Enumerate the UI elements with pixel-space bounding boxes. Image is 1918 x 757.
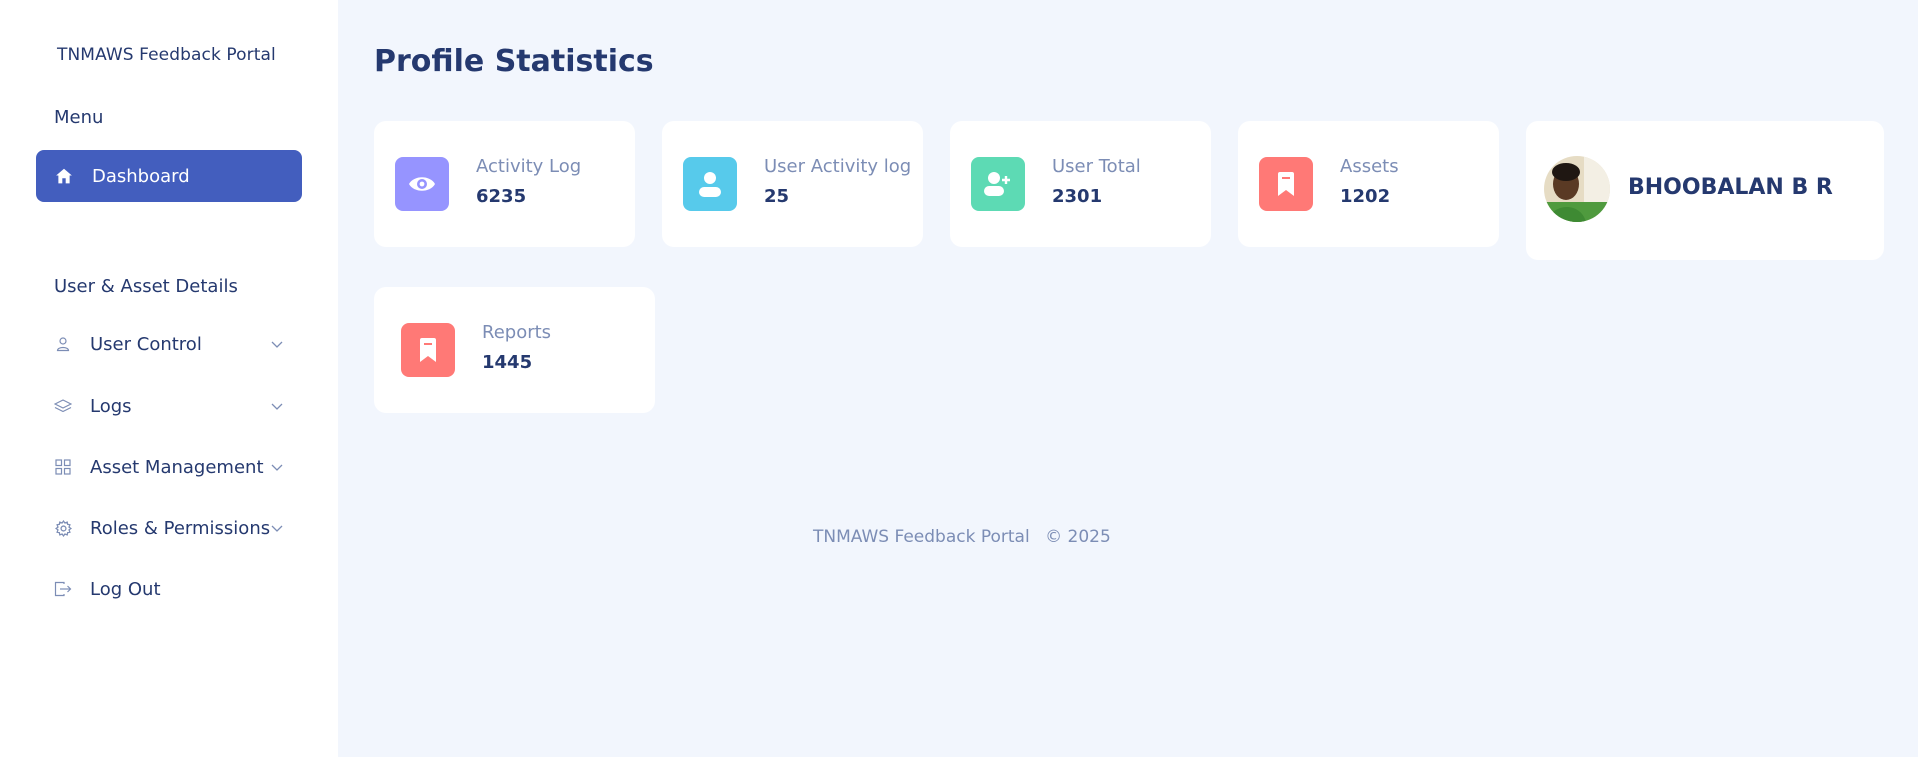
profile-card[interactable]: BHOOBALAN B R <box>1526 121 1884 260</box>
sidebar-item-asset-management[interactable]: Asset Management <box>54 452 284 482</box>
profile-name: BHOOBALAN B R <box>1628 175 1833 200</box>
footer: TNMAWS Feedback Portal © 2025 <box>813 527 1121 547</box>
logout-icon <box>54 580 72 598</box>
chevron-down-icon[interactable] <box>270 460 284 474</box>
sidebar-item-label: Log Out <box>90 578 161 600</box>
gear-icon <box>54 519 72 537</box>
grid-icon <box>54 458 72 476</box>
stat-value: 2301 <box>1052 186 1103 207</box>
footer-text: TNMAWS Feedback Portal <box>813 527 1030 547</box>
stat-value: 1445 <box>482 352 533 373</box>
stat-card-activity-log[interactable]: Activity Log 6235 <box>374 121 635 247</box>
stat-card-user-total[interactable]: User Total 2301 <box>950 121 1211 247</box>
sidebar-item-dashboard[interactable]: Dashboard <box>36 150 302 202</box>
stat-label: User Activity log <box>764 156 912 177</box>
person-icon <box>683 157 737 211</box>
sidebar-item-label: Asset Management <box>90 456 264 478</box>
stat-card-reports[interactable]: Reports 1445 <box>374 287 655 413</box>
stat-label: User Total <box>1052 156 1141 177</box>
chevron-down-icon[interactable] <box>270 399 284 413</box>
stat-value: 25 <box>764 186 790 207</box>
sidebar-item-logs[interactable]: Logs <box>54 391 284 421</box>
sidebar-item-label: User Control <box>90 333 202 355</box>
sidebar: TNMAWS Feedback Portal Menu Dashboard Us… <box>0 0 338 757</box>
eye-icon <box>395 157 449 211</box>
brand-title[interactable]: TNMAWS Feedback Portal <box>57 45 276 65</box>
page-title: Profile Statistics <box>374 44 654 79</box>
stat-card-user-activity-log[interactable]: User Activity log 25 <box>662 121 923 247</box>
section-title: User & Asset Details <box>54 276 238 297</box>
sidebar-item-label: Dashboard <box>92 165 190 187</box>
stat-value: 6235 <box>476 186 527 207</box>
stat-value: 1202 <box>1340 186 1391 207</box>
stat-label: Assets <box>1340 156 1399 177</box>
menu-title: Menu <box>54 107 104 128</box>
stat-card-assets[interactable]: Assets 1202 <box>1238 121 1499 247</box>
sidebar-item-roles-permissions[interactable]: Roles & Permissions <box>54 513 284 543</box>
chevron-down-icon[interactable] <box>270 521 284 535</box>
sidebar-item-log-out[interactable]: Log Out <box>54 574 284 604</box>
sidebar-item-label: Logs <box>90 395 132 417</box>
stat-label: Activity Log <box>476 156 582 177</box>
bookmark-icon <box>401 323 455 377</box>
sidebar-item-user-control[interactable]: User Control <box>54 329 284 359</box>
person-add-icon <box>971 157 1025 211</box>
avatar[interactable] <box>1544 156 1610 222</box>
layers-icon <box>54 397 72 415</box>
bookmark-icon <box>1259 157 1313 211</box>
stat-label: Reports <box>482 322 552 343</box>
sidebar-item-label: Roles & Permissions <box>90 517 271 539</box>
home-icon <box>54 166 74 186</box>
person-icon <box>54 335 72 353</box>
footer-copyright: © 2025 <box>1045 527 1111 547</box>
chevron-down-icon[interactable] <box>270 337 284 351</box>
